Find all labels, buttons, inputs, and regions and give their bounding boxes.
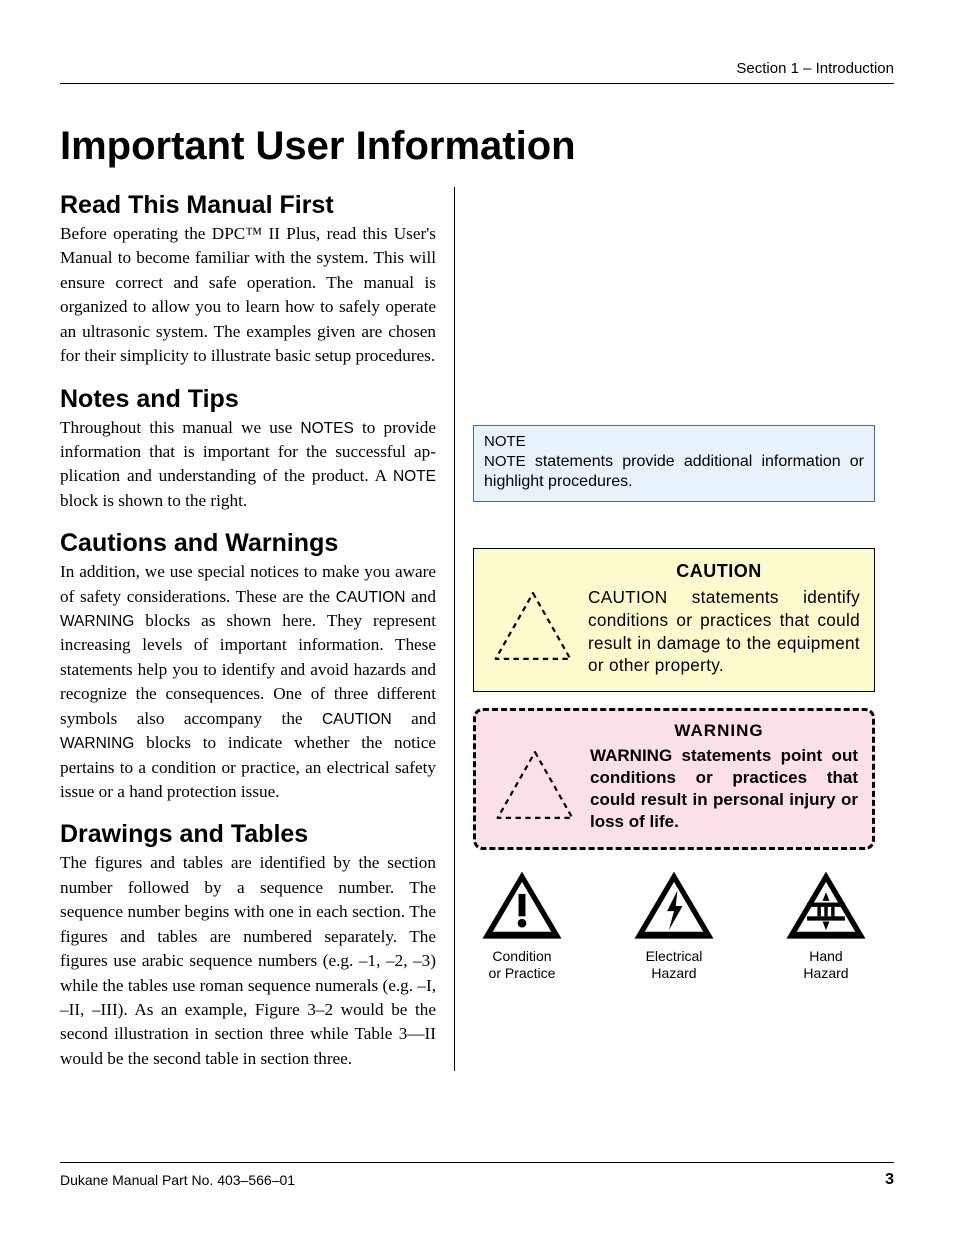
heading-notes-tips: Notes and Tips: [60, 385, 436, 414]
hand-hazard-icon: [783, 868, 869, 944]
page-footer: Dukane Manual Part No. 403–566–01 3: [60, 1162, 894, 1189]
caution-title: CAUTION: [578, 561, 860, 582]
symbol-hand-label: HandHazard: [803, 948, 848, 982]
symbol-electrical-label: ElectricalHazard: [646, 948, 703, 982]
footer-part-number: Dukane Manual Part No. 403–566–01: [60, 1172, 295, 1188]
page-number: 3: [885, 1171, 894, 1189]
warning-body: WARNING statements point out conditions …: [590, 745, 858, 833]
note-body-sc: NOTE: [484, 453, 526, 470]
two-column-layout: Read This Manual First Before operating …: [60, 187, 894, 1071]
left-column: Read This Manual First Before operating …: [60, 187, 455, 1071]
caution-callout-box: CAUTION CAUTION statements identify cond…: [473, 548, 875, 692]
condition-practice-icon: [479, 868, 565, 944]
paragraph-read-first: Before operating the DPC™ II Plus, read …: [60, 222, 436, 369]
caution-body: CAUTION statements identify conditions o…: [588, 586, 860, 677]
hazard-symbols-row: Conditionor Practice ElectricalHazard: [473, 868, 875, 982]
note-callout-box: NOTE NOTE statements provide additional …: [473, 425, 875, 502]
heading-drawings-tables: Drawings and Tables: [60, 820, 436, 849]
warning-triangle-icon: [490, 745, 580, 825]
electrical-hazard-icon: [631, 868, 717, 944]
section-header: Section 1 – Introduction: [60, 60, 894, 84]
document-page: Section 1 – Introduction Important User …: [0, 0, 954, 1235]
right-column: NOTE NOTE statements provide additional …: [455, 187, 875, 1071]
warning-callout-box: WARNING WARNING statements point out con…: [473, 708, 875, 850]
symbol-condition: Conditionor Practice: [479, 868, 565, 982]
paragraph-notes-tips: Throughout this manual we use NOTES to p…: [60, 416, 436, 514]
note-title: NOTE: [484, 432, 864, 452]
heading-cautions-warnings: Cautions and Warnings: [60, 529, 436, 558]
symbol-electrical: ElectricalHazard: [631, 868, 717, 982]
note-body: statements provide additional informa­ti…: [484, 453, 864, 491]
symbol-hand: HandHazard: [783, 868, 869, 982]
paragraph-drawings-tables: The figures and tables are identified by…: [60, 851, 436, 1071]
caution-triangle-icon: [488, 586, 578, 666]
paragraph-cautions-warnings: In addition, we use special notices to m…: [60, 560, 436, 804]
heading-read-first: Read This Manual First: [60, 191, 436, 220]
symbol-condition-label: Conditionor Practice: [489, 948, 556, 982]
warning-title: WARNING: [580, 721, 858, 741]
page-title: Important User Information: [60, 124, 894, 169]
